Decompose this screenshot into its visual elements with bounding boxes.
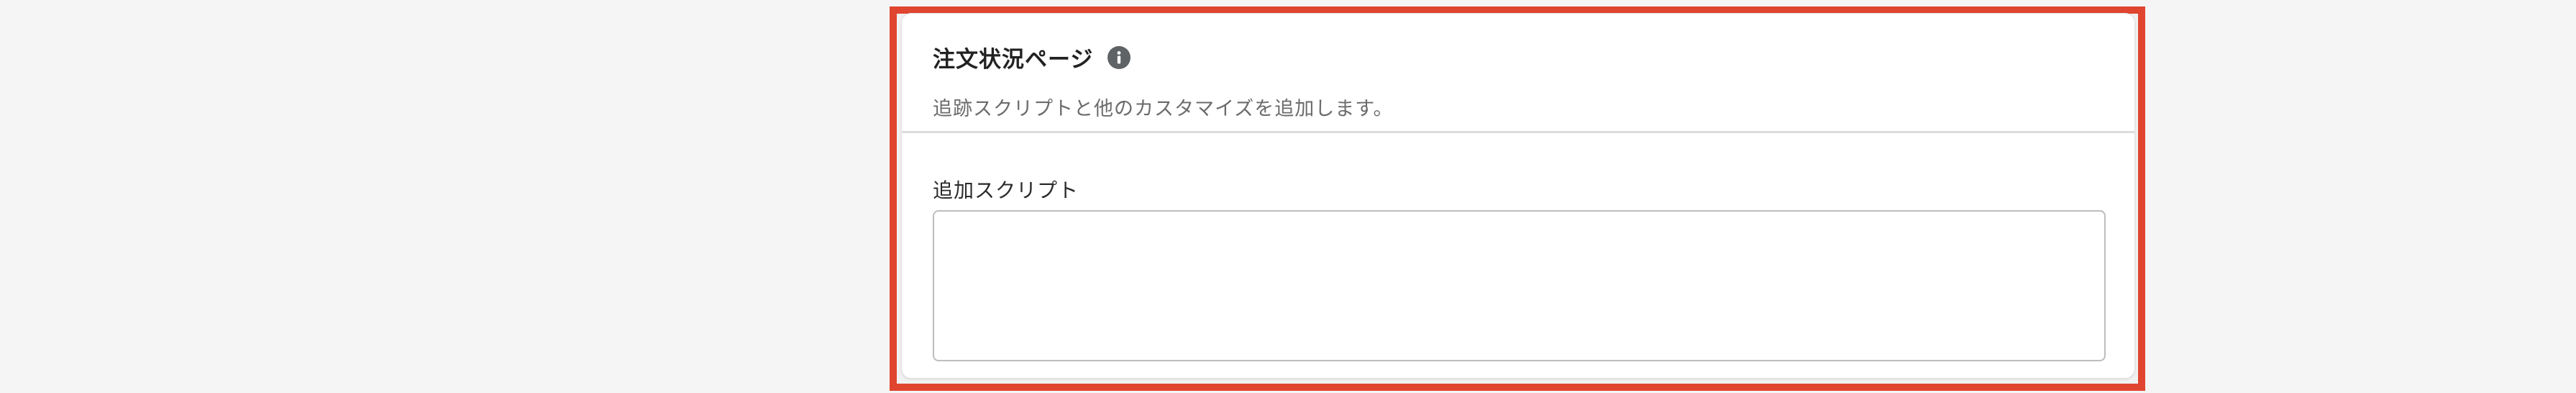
card-subtitle: 追跡スクリプトと他のカスタマイズを追加します。 <box>933 98 1394 120</box>
card-body: 追加スクリプト <box>902 133 2134 378</box>
info-icon[interactable] <box>1107 45 1131 69</box>
card-header: 注文状況ページ 追跡スクリプトと他のカスタマイズを追加します。 <box>902 14 2134 133</box>
additional-scripts-label: 追加スクリプト <box>933 179 1079 202</box>
title-row: 注文状況ページ <box>933 41 1131 73</box>
order-status-page-card: 注文状況ページ 追跡スクリプトと他のカスタマイズを追加します。 追加スクリプト <box>901 13 2135 379</box>
card-title: 注文状況ページ <box>933 47 1094 73</box>
additional-scripts-textarea[interactable] <box>933 210 2106 361</box>
